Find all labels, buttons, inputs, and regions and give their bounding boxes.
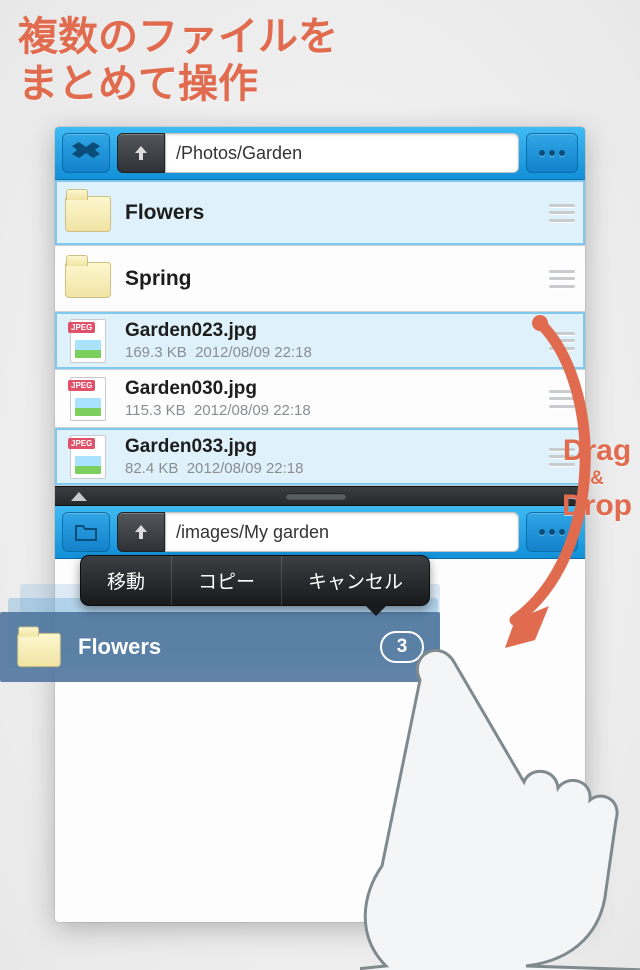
bottom-toolbar: /images/My garden — [55, 506, 585, 559]
top-toolbar: /Photos/Garden — [55, 127, 585, 180]
panel-splitter[interactable] — [55, 486, 585, 506]
jpeg-icon — [70, 319, 106, 363]
drag-count-badge: 3 — [380, 631, 424, 663]
dropbox-icon — [72, 141, 100, 165]
item-name: Garden030.jpg — [125, 378, 549, 400]
folder-outline-icon — [74, 521, 98, 543]
path-text-top: /Photos/Garden — [176, 143, 302, 164]
jpeg-icon — [70, 435, 106, 479]
item-meta: 169.3 KB 2012/08/09 22:18 — [125, 344, 549, 361]
expand-up-icon — [71, 492, 87, 501]
path-field-bottom[interactable]: /images/My garden — [165, 512, 519, 552]
cancel-button[interactable]: キャンセル — [282, 556, 429, 605]
drag-handle-icon[interactable] — [549, 204, 575, 222]
grip-bar-icon — [286, 493, 346, 499]
drag-drop-label: Drag & Drop — [562, 435, 632, 522]
item-name: Garden023.jpg — [125, 320, 549, 342]
up-button-top[interactable] — [117, 133, 165, 173]
up-button-bottom[interactable] — [117, 512, 165, 552]
up-arrow-icon — [131, 143, 151, 163]
ellipsis-icon — [539, 529, 565, 535]
item-meta: 115.3 KB 2012/08/09 22:18 — [125, 402, 549, 419]
jpeg-icon — [70, 377, 106, 421]
drag-ghost[interactable]: Flowers 3 — [0, 612, 440, 682]
headline-line2: まとめて操作 — [18, 62, 258, 106]
drag-handle-icon[interactable] — [549, 390, 575, 408]
file-list-top: Flowers Spring Garden023.jpg 169.3 KB 20… — [55, 180, 585, 486]
dropbox-button[interactable] — [62, 133, 110, 173]
item-meta: 82.4 KB 2012/08/09 22:18 — [125, 460, 549, 477]
copy-button[interactable]: コピー — [172, 556, 282, 605]
list-item[interactable]: Spring — [55, 246, 585, 312]
app-window: /Photos/Garden Flowers Spring Garden023.… — [55, 127, 585, 922]
drag-item-name: Flowers — [78, 634, 161, 660]
drag-handle-icon[interactable] — [549, 270, 575, 288]
up-arrow-icon — [131, 522, 151, 542]
list-item[interactable]: Flowers — [55, 180, 585, 246]
path-text-bottom: /images/My garden — [176, 522, 329, 543]
path-field-top[interactable]: /Photos/Garden — [165, 133, 519, 173]
local-button[interactable] — [62, 512, 110, 552]
action-popup: 移動 コピー キャンセル — [80, 555, 430, 606]
promo-headline: 複数のファイルを まとめて操作 — [18, 14, 338, 108]
list-item[interactable]: Garden030.jpg 115.3 KB 2012/08/09 22:18 — [55, 370, 585, 428]
folder-icon — [17, 633, 61, 667]
item-name: Spring — [125, 267, 549, 291]
item-name: Flowers — [125, 201, 549, 225]
headline-line1: 複数のファイルを — [18, 15, 338, 59]
list-item[interactable]: Garden023.jpg 169.3 KB 2012/08/09 22:18 — [55, 312, 585, 370]
folder-icon — [65, 262, 111, 298]
ellipsis-icon — [539, 150, 565, 156]
drag-handle-icon[interactable] — [549, 332, 575, 350]
folder-icon — [65, 196, 111, 232]
more-button-top[interactable] — [526, 133, 578, 173]
move-button[interactable]: 移動 — [81, 556, 172, 605]
list-item[interactable]: Garden033.jpg 82.4 KB 2012/08/09 22:18 — [55, 428, 585, 486]
item-name: Garden033.jpg — [125, 436, 549, 458]
